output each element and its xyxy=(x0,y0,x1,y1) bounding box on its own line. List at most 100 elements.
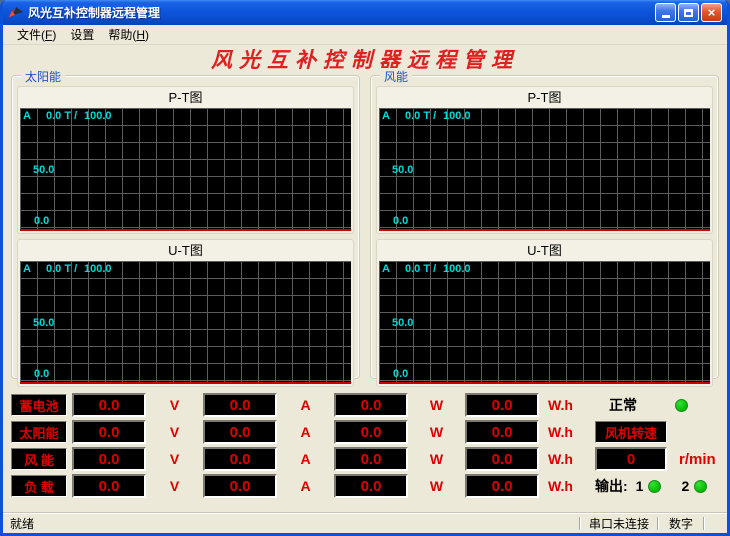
wind-energy-display: 0.0 xyxy=(465,447,539,471)
battery-current-display: 0.0 xyxy=(203,393,277,417)
unit-amp: A xyxy=(277,397,334,413)
unit-watt: W xyxy=(408,478,465,494)
load-label: 负 载 xyxy=(11,475,67,497)
reading-row-load: 负 载 0.0 V 0.0 A 0.0 W 0.0 W.h xyxy=(11,474,591,498)
status-mode: 数字 xyxy=(659,515,703,532)
status-bar: 就绪 串口未连接 数字 xyxy=(3,513,727,533)
data-trace-line xyxy=(20,382,351,384)
x-scale-label: 0.0 T / xyxy=(46,263,77,275)
unit-watthour: W.h xyxy=(539,424,585,440)
solar-ut-chart: A 0.0 T / 100.0 50.0 0.0 xyxy=(20,261,351,384)
wind-pt-chart: A 0.0 T / 100.0 50.0 0.0 xyxy=(379,108,710,231)
reading-row-battery: 蓄电池 0.0 V 0.0 A 0.0 W 0.0 W.h xyxy=(11,393,591,417)
wind-power-display: 0.0 xyxy=(334,447,408,471)
solar-pt-panel: P-T图 A 0.0 T / 100.0 50.0 0.0 xyxy=(17,86,354,234)
solar-ut-title: U-T图 xyxy=(20,241,351,261)
data-trace-line xyxy=(379,382,710,384)
data-trace-line xyxy=(20,229,351,231)
unit-watthour: W.h xyxy=(539,451,585,467)
solar-energy-display: 0.0 xyxy=(465,420,539,444)
x-scale-label: 0.0 T / xyxy=(405,110,436,122)
fan-speed-value-row: 0 r/min xyxy=(595,447,719,471)
x-scale-label: 0.0 T / xyxy=(46,110,77,122)
y-max-label: 100.0 xyxy=(443,263,471,275)
system-status-label: 正常 xyxy=(609,395,637,415)
reading-row-solar: 太阳能 0.0 V 0.0 A 0.0 W 0.0 W.h xyxy=(11,420,591,444)
unit-amp: A xyxy=(277,451,334,467)
load-voltage-display: 0.0 xyxy=(72,474,146,498)
output2-led xyxy=(694,480,707,493)
status-ready: 就绪 xyxy=(3,515,579,532)
close-button[interactable]: × xyxy=(701,3,722,22)
system-status-row: 正常 xyxy=(595,393,719,417)
app-icon xyxy=(7,5,24,20)
fan-speed-label-row: 风机转速 xyxy=(595,420,719,444)
battery-voltage-display: 0.0 xyxy=(72,393,146,417)
wind-current-display: 0.0 xyxy=(203,447,277,471)
solar-power-display: 0.0 xyxy=(334,420,408,444)
reading-row-wind: 风 能 0.0 V 0.0 A 0.0 W 0.0 W.h xyxy=(11,447,591,471)
y-mid-label: 50.0 xyxy=(392,317,413,329)
status-column: 正常 风机转速 0 r/min 输出: 1 2 xyxy=(591,393,719,498)
unit-watthour: W.h xyxy=(539,397,585,413)
fan-speed-display: 0 xyxy=(595,447,667,471)
chart-groups: 太阳能 P-T图 A 0.0 T / 100.0 50.0 0.0 U-T图 A… xyxy=(3,73,727,379)
output2-number: 2 xyxy=(681,478,689,494)
unit-volt: V xyxy=(146,397,203,413)
output-label: 输出: xyxy=(595,476,628,496)
unit-amp: A xyxy=(277,424,334,440)
wind-ut-chart: A 0.0 T / 100.0 50.0 0.0 xyxy=(379,261,710,384)
battery-power-display: 0.0 xyxy=(334,393,408,417)
wind-ut-title: U-T图 xyxy=(379,241,710,261)
menu-bar: 文件(F) 设置 帮助(H) xyxy=(3,25,727,45)
solar-voltage-display: 0.0 xyxy=(72,420,146,444)
unit-watt: W xyxy=(408,424,465,440)
y-min-label: 0.0 xyxy=(393,215,408,227)
group-wind: 风能 P-T图 A 0.0 T / 100.0 50.0 0.0 U-T图 A … xyxy=(370,75,719,379)
group-solar-label: 太阳能 xyxy=(21,68,65,85)
y-axis-label: A xyxy=(23,110,31,122)
system-status-led xyxy=(675,399,688,412)
output1-led xyxy=(648,480,661,493)
unit-watt: W xyxy=(408,397,465,413)
maximize-icon xyxy=(684,9,693,17)
wind-ut-panel: U-T图 A 0.0 T / 100.0 50.0 0.0 xyxy=(376,239,713,387)
load-current-display: 0.0 xyxy=(203,474,277,498)
close-icon: × xyxy=(708,6,716,19)
solar-current-display: 0.0 xyxy=(203,420,277,444)
window-title: 风光互补控制器远程管理 xyxy=(28,4,653,21)
unit-volt: V xyxy=(146,451,203,467)
wind-pt-title: P-T图 xyxy=(379,88,710,108)
menu-settings[interactable]: 设置 xyxy=(63,25,101,45)
maximize-button[interactable] xyxy=(678,3,699,22)
menu-help[interactable]: 帮助(H) xyxy=(101,25,156,45)
unit-volt: V xyxy=(146,478,203,494)
y-mid-label: 50.0 xyxy=(33,317,54,329)
wind-label: 风 能 xyxy=(11,448,67,470)
wind-voltage-display: 0.0 xyxy=(72,447,146,471)
unit-watthour: W.h xyxy=(539,478,585,494)
title-bar: 风光互补控制器远程管理 × xyxy=(3,0,727,25)
load-energy-display: 0.0 xyxy=(465,474,539,498)
unit-watt: W xyxy=(408,451,465,467)
solar-label: 太阳能 xyxy=(11,421,67,443)
group-solar: 太阳能 P-T图 A 0.0 T / 100.0 50.0 0.0 U-T图 A… xyxy=(11,75,360,379)
readings-table: 蓄电池 0.0 V 0.0 A 0.0 W 0.0 W.h 太阳能 0.0 V … xyxy=(11,393,591,498)
load-power-display: 0.0 xyxy=(334,474,408,498)
page-title: 风光互补控制器远程管理 xyxy=(3,45,727,73)
menu-file[interactable]: 文件(F) xyxy=(10,25,63,45)
minimize-button[interactable] xyxy=(655,3,676,22)
y-mid-label: 50.0 xyxy=(33,164,54,176)
y-min-label: 0.0 xyxy=(34,368,49,380)
output-row: 输出: 1 2 xyxy=(595,474,719,498)
data-trace-line xyxy=(379,229,710,231)
x-scale-label: 0.0 T / xyxy=(405,263,436,275)
minimize-icon xyxy=(662,15,670,18)
solar-pt-chart: A 0.0 T / 100.0 50.0 0.0 xyxy=(20,108,351,231)
y-axis-label: A xyxy=(382,110,390,122)
wind-pt-panel: P-T图 A 0.0 T / 100.0 50.0 0.0 xyxy=(376,86,713,234)
y-min-label: 0.0 xyxy=(393,368,408,380)
battery-label: 蓄电池 xyxy=(11,394,67,416)
solar-pt-title: P-T图 xyxy=(20,88,351,108)
group-wind-label: 风能 xyxy=(380,68,412,85)
